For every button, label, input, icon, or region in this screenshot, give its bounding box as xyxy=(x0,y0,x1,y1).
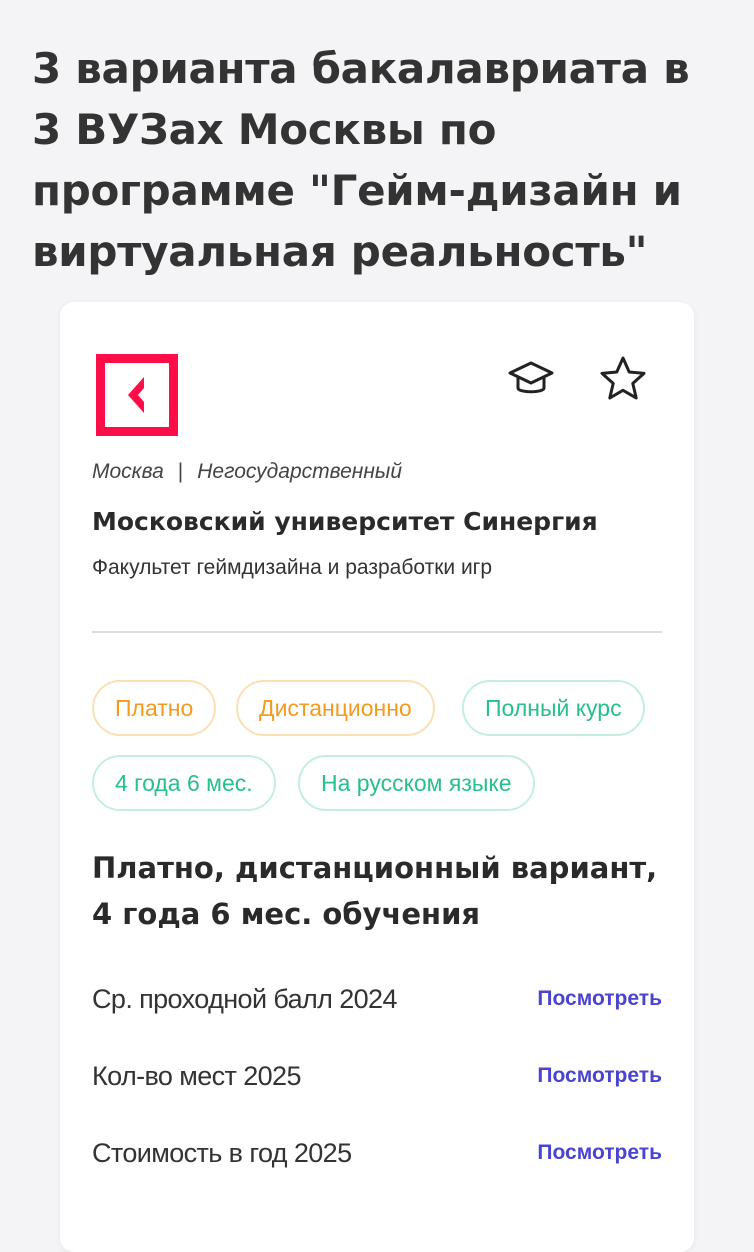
university-card[interactable]: Москва | Негосударственный Московский ун… xyxy=(60,302,694,1252)
university-logo xyxy=(96,354,178,436)
meta-separator: | xyxy=(177,460,184,483)
stat-label: Ср. проходной балл 2024 xyxy=(92,983,397,1014)
page-title: 3 варианта бакалавриата в 3 ВУЗах Москвы… xyxy=(32,44,690,276)
tag-paid: Платно xyxy=(92,680,217,736)
view-cost-link[interactable]: Посмотреть xyxy=(537,1141,662,1165)
stat-row-places: Кол-во мест 2025 Посмотреть xyxy=(92,1056,662,1096)
stat-label: Кол-во мест 2025 xyxy=(92,1060,301,1091)
stat-row-cost: Стоимость в год 2025 Посмотреть xyxy=(92,1133,662,1173)
ownership-label: Негосударственный xyxy=(197,460,403,483)
university-name[interactable]: Московский университет Синергия xyxy=(92,507,598,536)
university-meta: Москва | Негосударственный xyxy=(92,460,402,484)
faculty-name: Факультет геймдизайна и разработки игр xyxy=(92,556,493,579)
tag-language: На русском языке xyxy=(298,755,535,811)
tag-duration: 4 года 6 мес. xyxy=(92,755,276,811)
tag-distance: Дистанционно xyxy=(236,680,435,736)
divider xyxy=(92,631,662,633)
view-passing-score-link[interactable]: Посмотреть xyxy=(537,987,662,1011)
star-icon xyxy=(600,356,646,400)
compare-button[interactable] xyxy=(506,354,556,404)
view-places-link[interactable]: Посмотреть xyxy=(537,1064,662,1088)
stat-row-passing-score: Ср. проходной балл 2024 Посмотреть xyxy=(92,979,662,1019)
stat-label: Стоимость в год 2025 xyxy=(92,1137,352,1168)
city-label: Москва xyxy=(92,460,164,483)
favorite-button[interactable] xyxy=(598,354,648,404)
graduation-cap-icon xyxy=(508,361,554,394)
tag-full-course: Полный курс xyxy=(462,680,645,736)
offer-title: Платно, дистанционный вариант, 4 года 6 … xyxy=(92,851,658,931)
